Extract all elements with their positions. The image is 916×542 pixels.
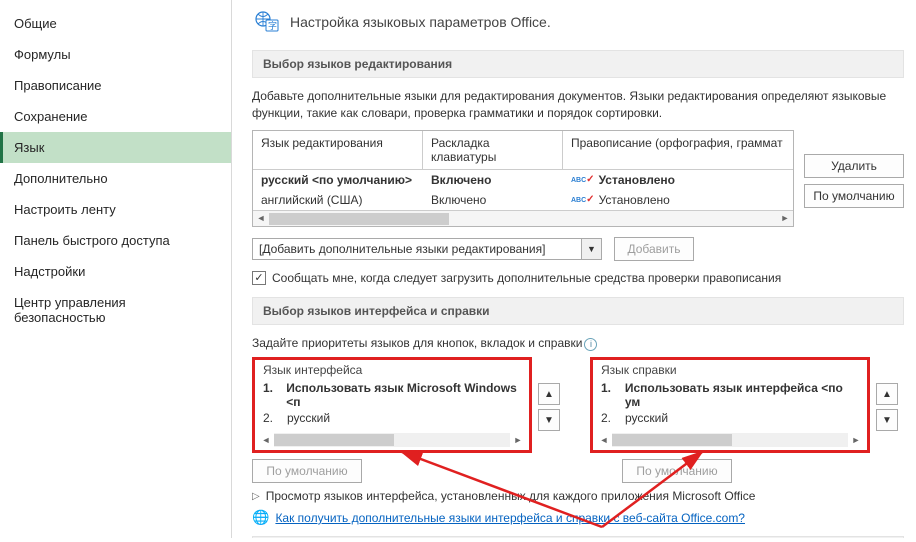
ui-language-title: Язык интерфейса (255, 360, 529, 380)
section-display-languages: Выбор языков интерфейса и справки (252, 297, 904, 325)
help-language-listbox[interactable]: Язык справки 1.Использовать язык интерфе… (590, 357, 870, 453)
table-row[interactable]: русский <по умолчанию> Включено ABC✓ Уст… (253, 170, 793, 190)
scroll-right-icon[interactable]: ► (777, 213, 793, 223)
scroll-right-icon[interactable]: ► (510, 435, 526, 445)
notify-download-label: Сообщать мне, когда следует загрузить до… (272, 271, 781, 285)
table-row[interactable]: английский (США) Включено ABC✓ Установле… (253, 190, 793, 210)
set-default-button[interactable]: По умолчанию (804, 184, 904, 208)
sidebar-item-save[interactable]: Сохранение (0, 101, 231, 132)
section-editing-languages: Выбор языков редактирования (252, 50, 904, 78)
listbox-hscrollbar[interactable]: ◄ ► (596, 432, 864, 448)
globe-icon: 🌐 (252, 509, 269, 526)
scroll-left-icon[interactable]: ◄ (258, 435, 274, 445)
page-title: Настройка языковых параметров Office. (290, 14, 551, 30)
disclosure-icon[interactable]: ▷ (252, 491, 260, 502)
cell-kb: Включено (423, 170, 563, 190)
cell-proof: ABC✓ Установлено (563, 170, 793, 190)
col-language: Язык редактирования (253, 131, 423, 169)
proofing-abc-icon: ABC✓ (571, 196, 595, 204)
info-icon[interactable]: i (584, 338, 597, 351)
add-language-combo[interactable]: [Добавить дополнительные языки редактиро… (252, 238, 602, 260)
scroll-right-icon[interactable]: ► (848, 435, 864, 445)
list-item[interactable]: 2.русский (601, 410, 859, 426)
sidebar-item-general[interactable]: Общие (0, 8, 231, 39)
main-panel: 字 Настройка языковых параметров Office. … (232, 0, 916, 538)
combo-text: [Добавить дополнительные языки редактиро… (253, 242, 581, 256)
listbox-hscrollbar[interactable]: ◄ ► (258, 432, 526, 448)
language-globe-icon: 字 (252, 8, 280, 36)
ui-default-button[interactable]: По умолчанию (252, 459, 362, 483)
add-button[interactable]: Добавить (614, 237, 694, 261)
proofing-abc-icon: ABC✓ (571, 176, 595, 184)
cell-lang: русский <по умолчанию> (253, 170, 423, 190)
sidebar-item-customize-ribbon[interactable]: Настроить ленту (0, 194, 231, 225)
col-keyboard: Раскладка клавиатуры (423, 131, 563, 169)
sidebar-item-quick-access[interactable]: Панель быстрого доступа (0, 225, 231, 256)
chevron-down-icon[interactable]: ▼ (581, 239, 601, 259)
cell-lang: английский (США) (253, 190, 423, 210)
sidebar-item-addins[interactable]: Надстройки (0, 256, 231, 287)
editing-languages-table[interactable]: Язык редактирования Раскладка клавиатуры… (252, 130, 794, 227)
svg-text:字: 字 (268, 20, 277, 31)
display-languages-desc: Задайте приоритеты языков для кнопок, вк… (252, 336, 582, 350)
cell-proof: ABC✓ Установлено (563, 190, 793, 210)
cell-kb: Включено (423, 190, 563, 210)
editing-languages-desc: Добавьте дополнительные языки для редакт… (252, 88, 904, 122)
options-sidebar: Общие Формулы Правописание Сохранение Яз… (0, 0, 232, 538)
list-item[interactable]: 1.Использовать язык интерфейса <по ум (601, 380, 859, 410)
list-item[interactable]: 2.русский (263, 410, 521, 426)
get-more-languages-link[interactable]: Как получить дополнительные языки интерф… (275, 511, 745, 525)
table-hscrollbar[interactable]: ◄ ► (253, 210, 793, 226)
move-up-button[interactable]: ▲ (538, 383, 560, 405)
ui-language-listbox[interactable]: Язык интерфейса 1.Использовать язык Micr… (252, 357, 532, 453)
col-proofing: Правописание (орфография, граммат (563, 131, 793, 169)
sidebar-item-language[interactable]: Язык (0, 132, 231, 163)
help-default-button[interactable]: По умолчанию (622, 459, 732, 483)
sidebar-item-proofing[interactable]: Правописание (0, 70, 231, 101)
scroll-left-icon[interactable]: ◄ (596, 435, 612, 445)
move-down-button[interactable]: ▼ (538, 409, 560, 431)
sidebar-item-formulas[interactable]: Формулы (0, 39, 231, 70)
move-down-button[interactable]: ▼ (876, 409, 898, 431)
sidebar-item-advanced[interactable]: Дополнительно (0, 163, 231, 194)
move-up-button[interactable]: ▲ (876, 383, 898, 405)
scroll-left-icon[interactable]: ◄ (253, 213, 269, 223)
list-item[interactable]: 1.Использовать язык Microsoft Windows <п (263, 380, 521, 410)
delete-button[interactable]: Удалить (804, 154, 904, 178)
help-language-title: Язык справки (593, 360, 867, 380)
view-installed-languages-text: Просмотр языков интерфейса, установленны… (266, 489, 756, 503)
notify-download-checkbox[interactable]: ✓ (252, 271, 266, 285)
sidebar-item-trust-center[interactable]: Центр управления безопасностью (0, 287, 231, 333)
